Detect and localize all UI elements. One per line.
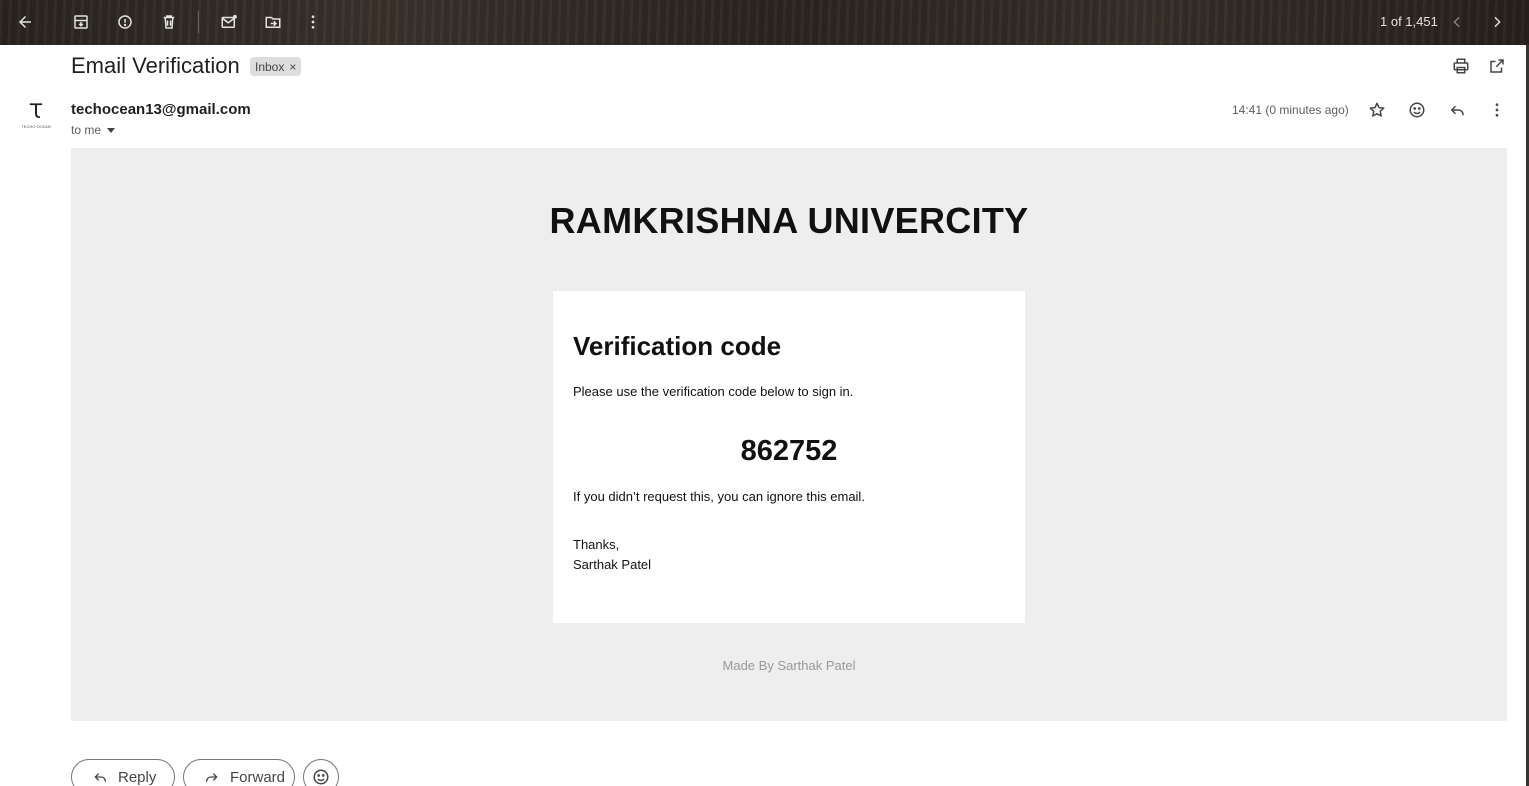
avatar-caption: TECHO OCEAN — [21, 124, 51, 129]
chevron-right-icon[interactable] — [1485, 10, 1509, 34]
report-spam-icon[interactable] — [113, 10, 137, 34]
thanks-text: Thanks, — [573, 537, 620, 552]
forward-label: Forward — [230, 768, 286, 786]
reply-arrow-icon — [94, 773, 106, 782]
sender-avatar[interactable]: Ꚍ TECHO OCEAN — [20, 100, 52, 140]
avatar-monogram: Ꚍ — [29, 99, 43, 123]
star-icon[interactable] — [1365, 98, 1389, 122]
forward-arrow-icon — [206, 773, 218, 782]
footer-credit: Made By Sarthak Patel — [722, 658, 856, 673]
mark-unread-icon[interactable] — [217, 10, 241, 34]
message-count: 1 of 1,451 — [1380, 14, 1438, 29]
smiley-icon — [313, 769, 329, 785]
move-to-icon[interactable] — [261, 10, 285, 34]
signature-text: Sarthak Patel — [573, 557, 652, 572]
toolbar-divider — [198, 11, 199, 33]
chevron-left-icon[interactable] — [1445, 10, 1469, 34]
more-vert-icon[interactable] — [301, 10, 325, 34]
back-arrow-icon[interactable] — [13, 10, 37, 34]
sender-email[interactable]: techocean13@gmail.com — [71, 101, 251, 118]
trash-icon[interactable] — [157, 10, 181, 34]
reply-button[interactable]: Reply — [71, 759, 175, 786]
reply-icon[interactable] — [1445, 98, 1469, 122]
emoji-button[interactable] — [303, 759, 339, 786]
inbox-label-chip[interactable]: Inbox × — [250, 57, 302, 76]
university-title: RAMKRISHNA UNIVERCITY — [549, 200, 1029, 241]
recipient-details[interactable]: to me — [71, 123, 116, 137]
email-subject: Email Verification — [71, 53, 240, 78]
email-timestamp: 14:41 (0 minutes ago) — [1232, 103, 1349, 117]
remove-label-icon[interactable]: × — [289, 60, 296, 74]
email-body: RAMKRISHNA UNIVERCITY Verification code … — [71, 148, 1507, 721]
reply-label: Reply — [118, 768, 157, 786]
caret-down-icon[interactable] — [107, 127, 116, 133]
open-new-window-icon[interactable] — [1485, 54, 1509, 78]
verification-code: 862752 — [740, 435, 838, 467]
print-icon[interactable] — [1449, 54, 1473, 78]
mail-toolbar: 1 of 1,451 — [0, 0, 1529, 45]
emoji-reaction-icon[interactable] — [1405, 98, 1429, 122]
recipient-label: to me — [71, 123, 102, 137]
label-text: Inbox — [255, 59, 285, 74]
instruction-text: Please use the verification code below t… — [573, 384, 854, 399]
forward-button[interactable]: Forward — [183, 759, 295, 786]
verification-card: Verification code Please use the verific… — [553, 291, 1025, 623]
verification-heading: Verification code — [573, 331, 782, 361]
archive-icon[interactable] — [69, 10, 93, 34]
more-options-icon[interactable] — [1485, 98, 1509, 122]
ignore-note: If you didn’t request this, you can igno… — [573, 489, 865, 504]
